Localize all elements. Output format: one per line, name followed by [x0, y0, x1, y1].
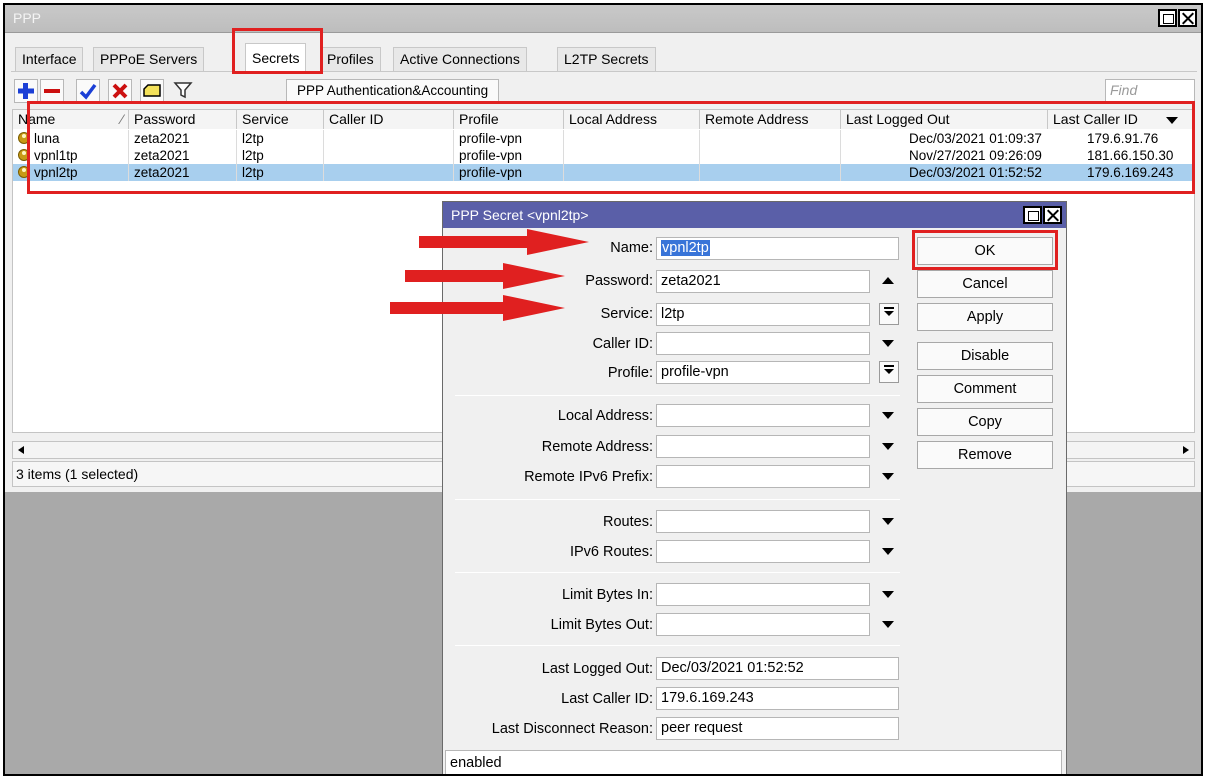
plus-icon	[18, 83, 34, 99]
remote-address-dropdown[interactable]	[878, 435, 900, 457]
window-controls	[1157, 9, 1197, 27]
dropdown-icon	[879, 303, 899, 325]
password-field[interactable]: zeta2021	[656, 270, 870, 293]
chevron-down-icon	[882, 473, 894, 480]
dialog-title: PPP Secret <vpnl2tp>	[451, 207, 589, 223]
ipv6-routes-label: IPv6 Routes:	[569, 544, 653, 560]
scroll-left-icon[interactable]	[16, 445, 26, 455]
last-caller-id-label: Last Caller ID:	[561, 691, 653, 707]
dropdown-icon	[879, 361, 899, 383]
last-disconnect-reason-label: Last Disconnect Reason:	[491, 721, 653, 737]
ipv6-routes-field[interactable]	[656, 540, 870, 563]
remote-ipv6-prefix-label: Remote IPv6 Prefix:	[524, 469, 653, 485]
routes-label: Routes:	[603, 514, 653, 530]
password-toggle[interactable]	[878, 270, 900, 292]
tab-interface[interactable]: Interface	[15, 47, 84, 71]
limit-bytes-out-field[interactable]	[656, 613, 870, 636]
name-label: Name:	[610, 240, 653, 256]
close-icon[interactable]	[1178, 9, 1197, 27]
password-label: Password:	[585, 273, 653, 289]
ppp-auth-accounting-button[interactable]: PPP Authentication&Accounting	[286, 79, 500, 103]
filter-icon	[173, 82, 193, 99]
x-icon	[112, 83, 128, 99]
chevron-down-icon	[882, 340, 894, 347]
name-field[interactable]: vpnl2tp	[656, 237, 899, 260]
limit-bytes-in-field[interactable]	[656, 583, 870, 606]
caller-id-dropdown[interactable]	[878, 332, 900, 354]
chevron-down-icon	[882, 548, 894, 555]
tab-profiles[interactable]: Profiles	[320, 47, 381, 71]
tab-l2tp-secrets[interactable]: L2TP Secrets	[557, 47, 656, 71]
remove-button[interactable]: Remove	[917, 441, 1053, 469]
copy-button[interactable]: Copy	[917, 408, 1053, 436]
close-icon[interactable]	[1043, 206, 1062, 224]
chevron-down-icon	[882, 412, 894, 419]
caller-id-label: Caller ID:	[592, 336, 653, 352]
last-logged-out-field: Dec/03/2021 01:52:52	[656, 657, 899, 680]
check-icon	[79, 83, 97, 100]
minus-icon	[44, 89, 60, 93]
tab-active-connections[interactable]: Active Connections	[393, 47, 527, 71]
enable-button[interactable]	[76, 79, 100, 103]
limit-bytes-out-dropdown[interactable]	[878, 613, 900, 635]
service-field[interactable]: l2tp	[656, 303, 870, 326]
apply-button[interactable]: Apply	[917, 303, 1053, 331]
dialog-status: enabled	[445, 750, 1062, 774]
local-address-field[interactable]	[656, 404, 870, 427]
remote-ipv6-prefix-field[interactable]	[656, 465, 870, 488]
routes-field[interactable]	[656, 510, 870, 533]
limit-bytes-in-label: Limit Bytes In:	[561, 587, 653, 603]
service-dropdown[interactable]	[878, 303, 900, 325]
highlight-secrets-table	[27, 101, 1195, 194]
chevron-down-icon	[882, 518, 894, 525]
highlight-secrets-tab	[232, 28, 323, 74]
tab-pppoe-servers[interactable]: PPPoE Servers	[93, 47, 205, 71]
tabs-divider	[11, 71, 1197, 72]
routes-dropdown[interactable]	[878, 510, 900, 532]
limit-bytes-out-label: Limit Bytes Out:	[550, 617, 653, 633]
ppp-titlebar[interactable]: PPP	[5, 5, 1201, 33]
chevron-up-icon	[882, 277, 894, 284]
highlight-ok-button	[912, 230, 1058, 270]
remote-address-label: Remote Address:	[541, 439, 653, 455]
add-button[interactable]	[14, 79, 38, 103]
disable-button[interactable]: Disable	[917, 342, 1053, 370]
profile-field[interactable]: profile-vpn	[656, 361, 870, 384]
separator	[455, 572, 900, 573]
last-logged-out-label: Last Logged Out:	[541, 661, 653, 677]
service-label: Service:	[600, 306, 653, 322]
caller-id-field[interactable]	[656, 332, 870, 355]
remote-ipv6-prefix-dropdown[interactable]	[878, 465, 900, 487]
separator	[455, 499, 900, 500]
comment-button[interactable]	[140, 79, 164, 103]
local-address-label: Local Address:	[557, 408, 653, 424]
filter-button[interactable]	[172, 79, 196, 103]
maximize-icon[interactable]	[1158, 9, 1177, 27]
last-disconnect-reason-field: peer request	[656, 717, 899, 740]
separator	[455, 645, 900, 646]
window-title: PPP	[13, 10, 42, 26]
dialog-titlebar[interactable]: PPP Secret <vpnl2tp>	[443, 202, 1066, 228]
last-caller-id-field: 179.6.169.243	[656, 687, 899, 710]
comment-button[interactable]: Comment	[917, 375, 1053, 403]
chevron-down-icon	[882, 621, 894, 628]
screenshot-frame: PPP Interface PPPoE Servers Secrets Prof…	[3, 3, 1203, 776]
remove-button[interactable]	[40, 79, 64, 103]
limit-bytes-in-dropdown[interactable]	[878, 583, 900, 605]
disable-button[interactable]	[108, 79, 132, 103]
dialog-window-controls	[1022, 206, 1062, 224]
profile-dropdown[interactable]	[878, 361, 900, 383]
separator	[455, 395, 900, 396]
local-address-dropdown[interactable]	[878, 404, 900, 426]
find-input[interactable]: Find	[1105, 79, 1195, 103]
cancel-button[interactable]: Cancel	[917, 270, 1053, 298]
scroll-right-icon[interactable]	[1181, 445, 1191, 455]
chevron-down-icon	[882, 443, 894, 450]
comment-icon	[143, 84, 161, 97]
profile-label: Profile:	[607, 365, 653, 381]
ipv6-routes-dropdown[interactable]	[878, 540, 900, 562]
chevron-down-icon	[882, 591, 894, 598]
maximize-icon[interactable]	[1023, 206, 1042, 224]
remote-address-field[interactable]	[656, 435, 870, 458]
